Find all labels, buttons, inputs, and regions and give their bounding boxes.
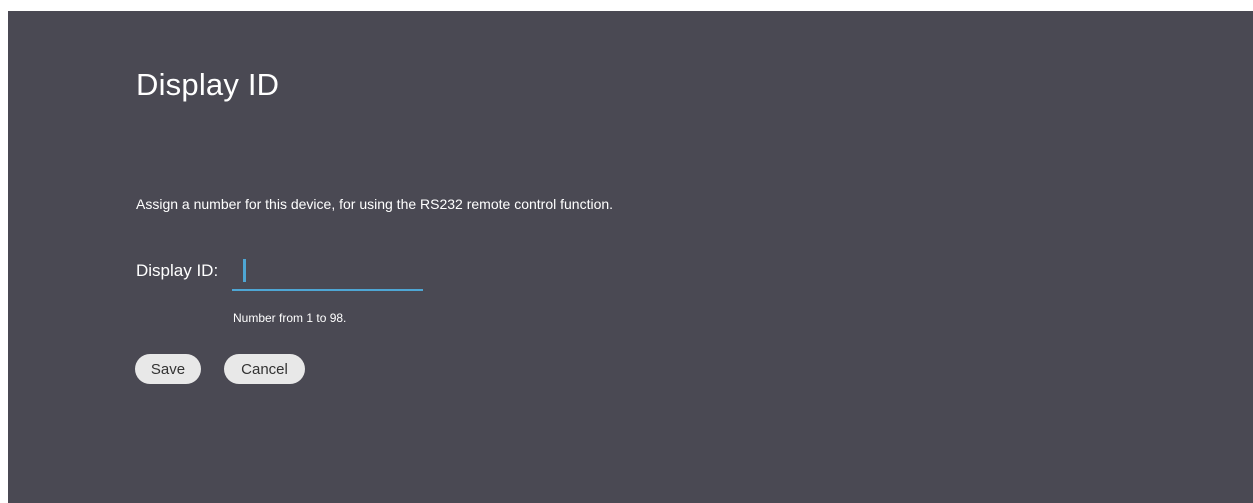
display-id-label: Display ID: xyxy=(136,261,219,280)
save-button[interactable]: Save xyxy=(135,354,201,384)
page-title: Display ID xyxy=(136,67,280,102)
text-cursor xyxy=(243,259,246,282)
cancel-button[interactable]: Cancel xyxy=(224,354,305,384)
page-description: Assign a number for this device, for usi… xyxy=(136,196,614,212)
settings-panel: Display ID Assign a number for this devi… xyxy=(8,11,1253,503)
display-id-hint: Number from 1 to 98. xyxy=(233,311,347,325)
display-id-input[interactable] xyxy=(232,253,423,291)
